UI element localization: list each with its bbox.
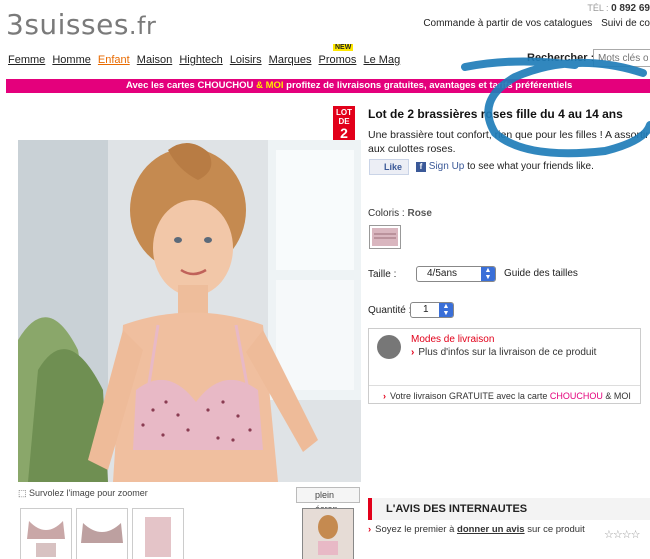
thumbnail-2[interactable] — [76, 508, 128, 559]
zoom-icon: ⬚ — [18, 488, 27, 498]
thumbnail-3[interactable] — [132, 508, 184, 559]
colors-label: Coloris : Rose — [368, 208, 432, 219]
phone-info: TÉL : 0 892 69 — [587, 3, 650, 14]
delivery-truck-icon — [377, 335, 401, 359]
main-nav: Femme Homme Enfant Maison Hightech Loisi… — [8, 54, 404, 66]
nav-maison[interactable]: Maison — [137, 54, 172, 66]
quantity-select[interactable]: 1 ▲ ▼ — [410, 302, 454, 318]
color-value: Rose — [407, 208, 432, 219]
lot-badge-label: LOT DE — [336, 108, 352, 126]
product-photo — [18, 140, 361, 482]
zoom-hint: ⬚ Survolez l'image pour zoomer — [18, 488, 148, 499]
size-select[interactable]: 4/5ans ▲ ▼ — [416, 266, 496, 282]
swatch-image — [372, 228, 398, 246]
reviews-cta: › Soyez le premier à donner un avis sur c… — [368, 524, 585, 535]
site-logo[interactable]: 3suisses.fr — [6, 8, 156, 41]
thumbnail-1[interactable] — [20, 508, 72, 559]
thumbnail-image — [27, 521, 65, 557]
free-delivery-suffix: & MOI — [602, 391, 631, 401]
quantity-label: Quantité : — [368, 305, 412, 316]
lot-badge-number: 2 — [340, 125, 348, 141]
select-arrows-icon: ▲ ▼ — [481, 267, 495, 281]
nav-le-mag[interactable]: Le Mag — [364, 54, 401, 66]
delivery-info-link[interactable]: › Plus d'infos sur la livraison de ce pro… — [411, 347, 596, 358]
annotation-circle-marker — [461, 57, 650, 158]
quantity-value: 1 — [423, 304, 429, 315]
nav-promos[interactable]: Promos — [319, 54, 357, 66]
catalog-order-link[interactable]: Commande à partir de vos catalogues — [423, 18, 592, 29]
free-delivery-link[interactable]: › Votre livraison GRATUITE avec la carte … — [383, 391, 631, 401]
color-swatch-rose[interactable] — [369, 225, 401, 249]
divider — [369, 385, 640, 386]
zoom-hint-text: Survolez l'image pour zoomer — [29, 488, 148, 498]
thumbnail-image — [145, 517, 171, 557]
chouchou-brand: CHOUCHOU — [549, 391, 603, 401]
thumbnail-4[interactable] — [302, 508, 354, 559]
reviews-heading: L'AVIS DES INTERNAUTES — [368, 498, 650, 520]
chevron-right-icon: › — [368, 524, 372, 535]
logo-main: 3suisses — [6, 8, 129, 41]
size-value: 4/5ans — [427, 268, 458, 279]
nav-loisirs[interactable]: Loisirs — [230, 54, 262, 66]
chevron-right-icon: › — [411, 347, 415, 358]
write-review-link[interactable]: donner un avis — [457, 524, 525, 535]
reviews-prefix: Soyez le premier à — [375, 524, 458, 535]
size-label: Taille : — [368, 269, 397, 280]
colors-label-text: Coloris : — [368, 208, 405, 219]
delivery-box: Modes de livraison › Plus d'infos sur la … — [368, 328, 641, 404]
free-delivery-text: Votre livraison GRATUITE avec la carte — [390, 391, 550, 401]
facebook-icon: f — [416, 162, 426, 172]
rating-stars: ☆☆☆☆ — [604, 529, 640, 541]
thumbnail-image — [81, 523, 123, 543]
order-tracking-link[interactable]: Suivi de co — [601, 18, 650, 29]
phone-number: 0 892 69 — [611, 3, 650, 14]
new-badge: NEW — [333, 44, 354, 51]
nav-marques[interactable]: Marques — [269, 54, 312, 66]
delivery-modes-link[interactable]: Modes de livraison — [411, 334, 494, 345]
reviews-suffix: sur ce produit — [524, 524, 585, 535]
nav-femme[interactable]: Femme — [8, 54, 45, 66]
nav-hightech[interactable]: Hightech — [179, 54, 222, 66]
delivery-info-text: Plus d'infos sur la livraison de ce prod… — [418, 347, 597, 358]
facebook-like-button[interactable]: Like — [369, 159, 409, 175]
thumbnail-image — [303, 509, 353, 559]
top-links: Commande à partir de vos catalogues Suiv… — [417, 18, 650, 29]
promo-amp: & MOI — [256, 80, 284, 91]
select-arrows-icon: ▲ ▼ — [439, 303, 453, 317]
promo-text-start: Avec les cartes CHOUCHOU — [126, 80, 254, 91]
fullscreen-button[interactable]: plein écran — [296, 487, 360, 514]
phone-prefix: TÉL : — [587, 3, 609, 13]
size-guide-link[interactable]: Guide des tailles — [504, 268, 578, 279]
nav-enfant[interactable]: Enfant — [98, 54, 130, 66]
lot-badge: LOT DE 2 — [333, 106, 355, 140]
product-main-image[interactable] — [18, 140, 361, 482]
chevron-right-icon: › — [383, 391, 386, 401]
logo-suffix: .fr — [128, 12, 157, 40]
nav-homme[interactable]: Homme — [52, 54, 91, 66]
like-label: Like — [384, 162, 403, 172]
